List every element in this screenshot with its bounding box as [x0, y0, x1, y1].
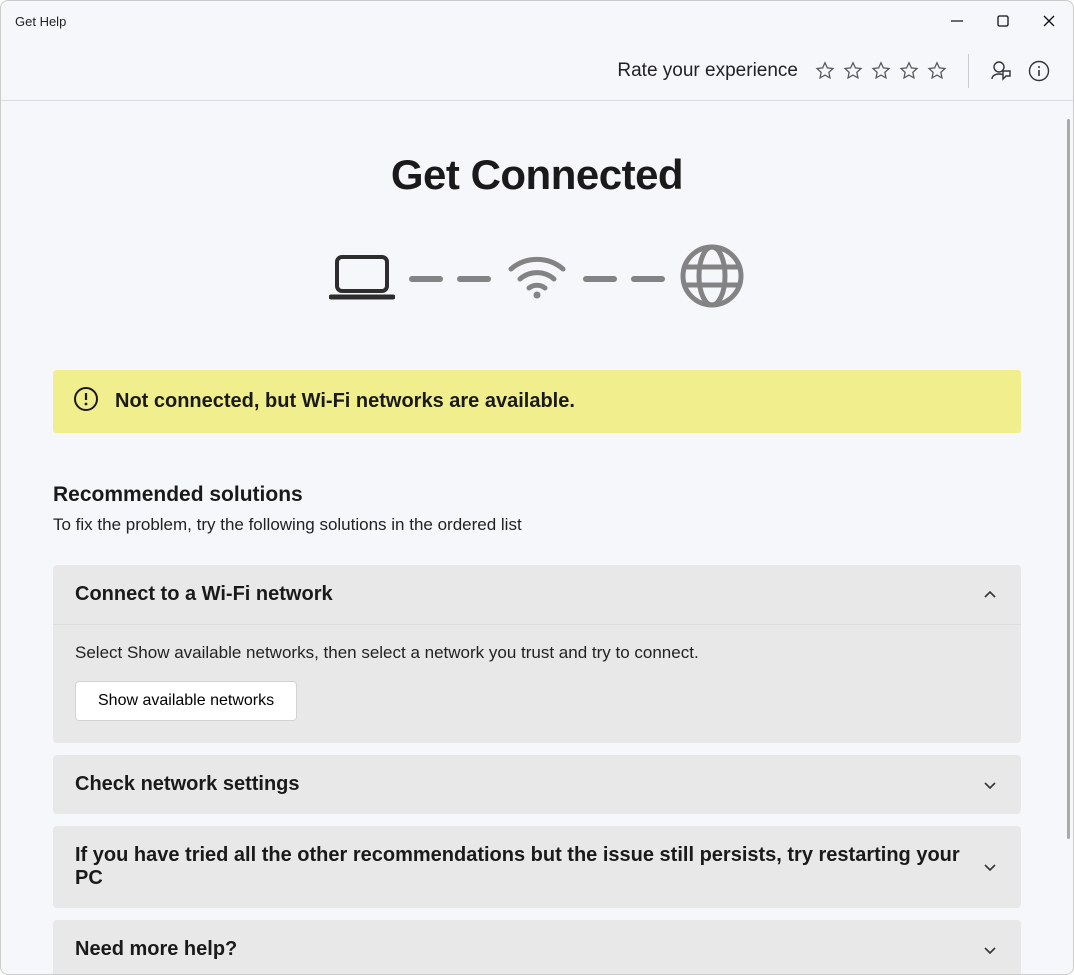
solution-panel: Connect to a Wi-Fi network Select Show a…	[53, 565, 1021, 743]
show-networks-button[interactable]: Show available networks	[75, 681, 297, 721]
solution-title: Connect to a Wi-Fi network	[75, 583, 333, 606]
solution-title: Need more help?	[75, 938, 237, 961]
page-title: Get Connected	[53, 151, 1021, 199]
warning-icon	[73, 386, 99, 417]
scrollbar-thumb[interactable]	[1067, 119, 1070, 839]
chevron-down-icon	[981, 776, 999, 794]
wifi-icon	[505, 251, 569, 306]
recommended-subtitle: To fix the problem, try the following so…	[53, 515, 1021, 535]
dash-icon	[583, 276, 617, 282]
info-icon[interactable]	[1027, 59, 1051, 83]
content-scroll[interactable]: Get Connected Not	[1, 101, 1073, 974]
connection-diagram	[53, 243, 1021, 314]
chevron-up-icon	[981, 586, 999, 604]
laptop-icon	[329, 251, 395, 306]
dash-icon	[457, 276, 491, 282]
solution-title: Check network settings	[75, 773, 300, 796]
dash-icon	[409, 276, 443, 282]
minimize-button[interactable]	[947, 11, 967, 31]
solution-header[interactable]: Check network settings	[53, 755, 1021, 814]
window-title: Get Help	[15, 14, 66, 29]
close-button[interactable]	[1039, 11, 1059, 31]
solution-panel: Check network settings	[53, 755, 1021, 814]
solution-header[interactable]: If you have tried all the other recommen…	[53, 826, 1021, 908]
star-3-icon[interactable]	[870, 60, 892, 82]
chevron-down-icon	[981, 858, 999, 876]
content: Get Connected Not	[1, 101, 1073, 974]
star-5-icon[interactable]	[926, 60, 948, 82]
star-2-icon[interactable]	[842, 60, 864, 82]
toolbar-divider	[968, 54, 969, 88]
recommended-title: Recommended solutions	[53, 483, 1021, 507]
dash-icon	[631, 276, 665, 282]
rate-label: Rate your experience	[617, 60, 798, 82]
feedback-icon[interactable]	[989, 59, 1013, 83]
solution-body-text: Select Show available networks, then sel…	[75, 643, 999, 663]
app-window: Get Help Rate your experience	[0, 0, 1074, 975]
chevron-down-icon	[981, 941, 999, 959]
solution-title: If you have tried all the other recommen…	[75, 844, 981, 890]
globe-icon	[679, 243, 745, 314]
maximize-button[interactable]	[993, 11, 1013, 31]
solution-panel: If you have tried all the other recommen…	[53, 826, 1021, 908]
solution-header[interactable]: Need more help?	[53, 920, 1021, 974]
solution-header[interactable]: Connect to a Wi-Fi network	[53, 565, 1021, 624]
star-4-icon[interactable]	[898, 60, 920, 82]
star-1-icon[interactable]	[814, 60, 836, 82]
window-controls	[947, 11, 1059, 31]
titlebar: Get Help	[1, 1, 1073, 41]
solution-panel: Need more help?	[53, 920, 1021, 974]
toolbar: Rate your experience	[1, 41, 1073, 101]
solution-body: Select Show available networks, then sel…	[53, 624, 1021, 743]
banner-text: Not connected, but Wi-Fi networks are av…	[115, 390, 575, 413]
rating-stars	[814, 60, 948, 82]
status-banner: Not connected, but Wi-Fi networks are av…	[53, 370, 1021, 433]
